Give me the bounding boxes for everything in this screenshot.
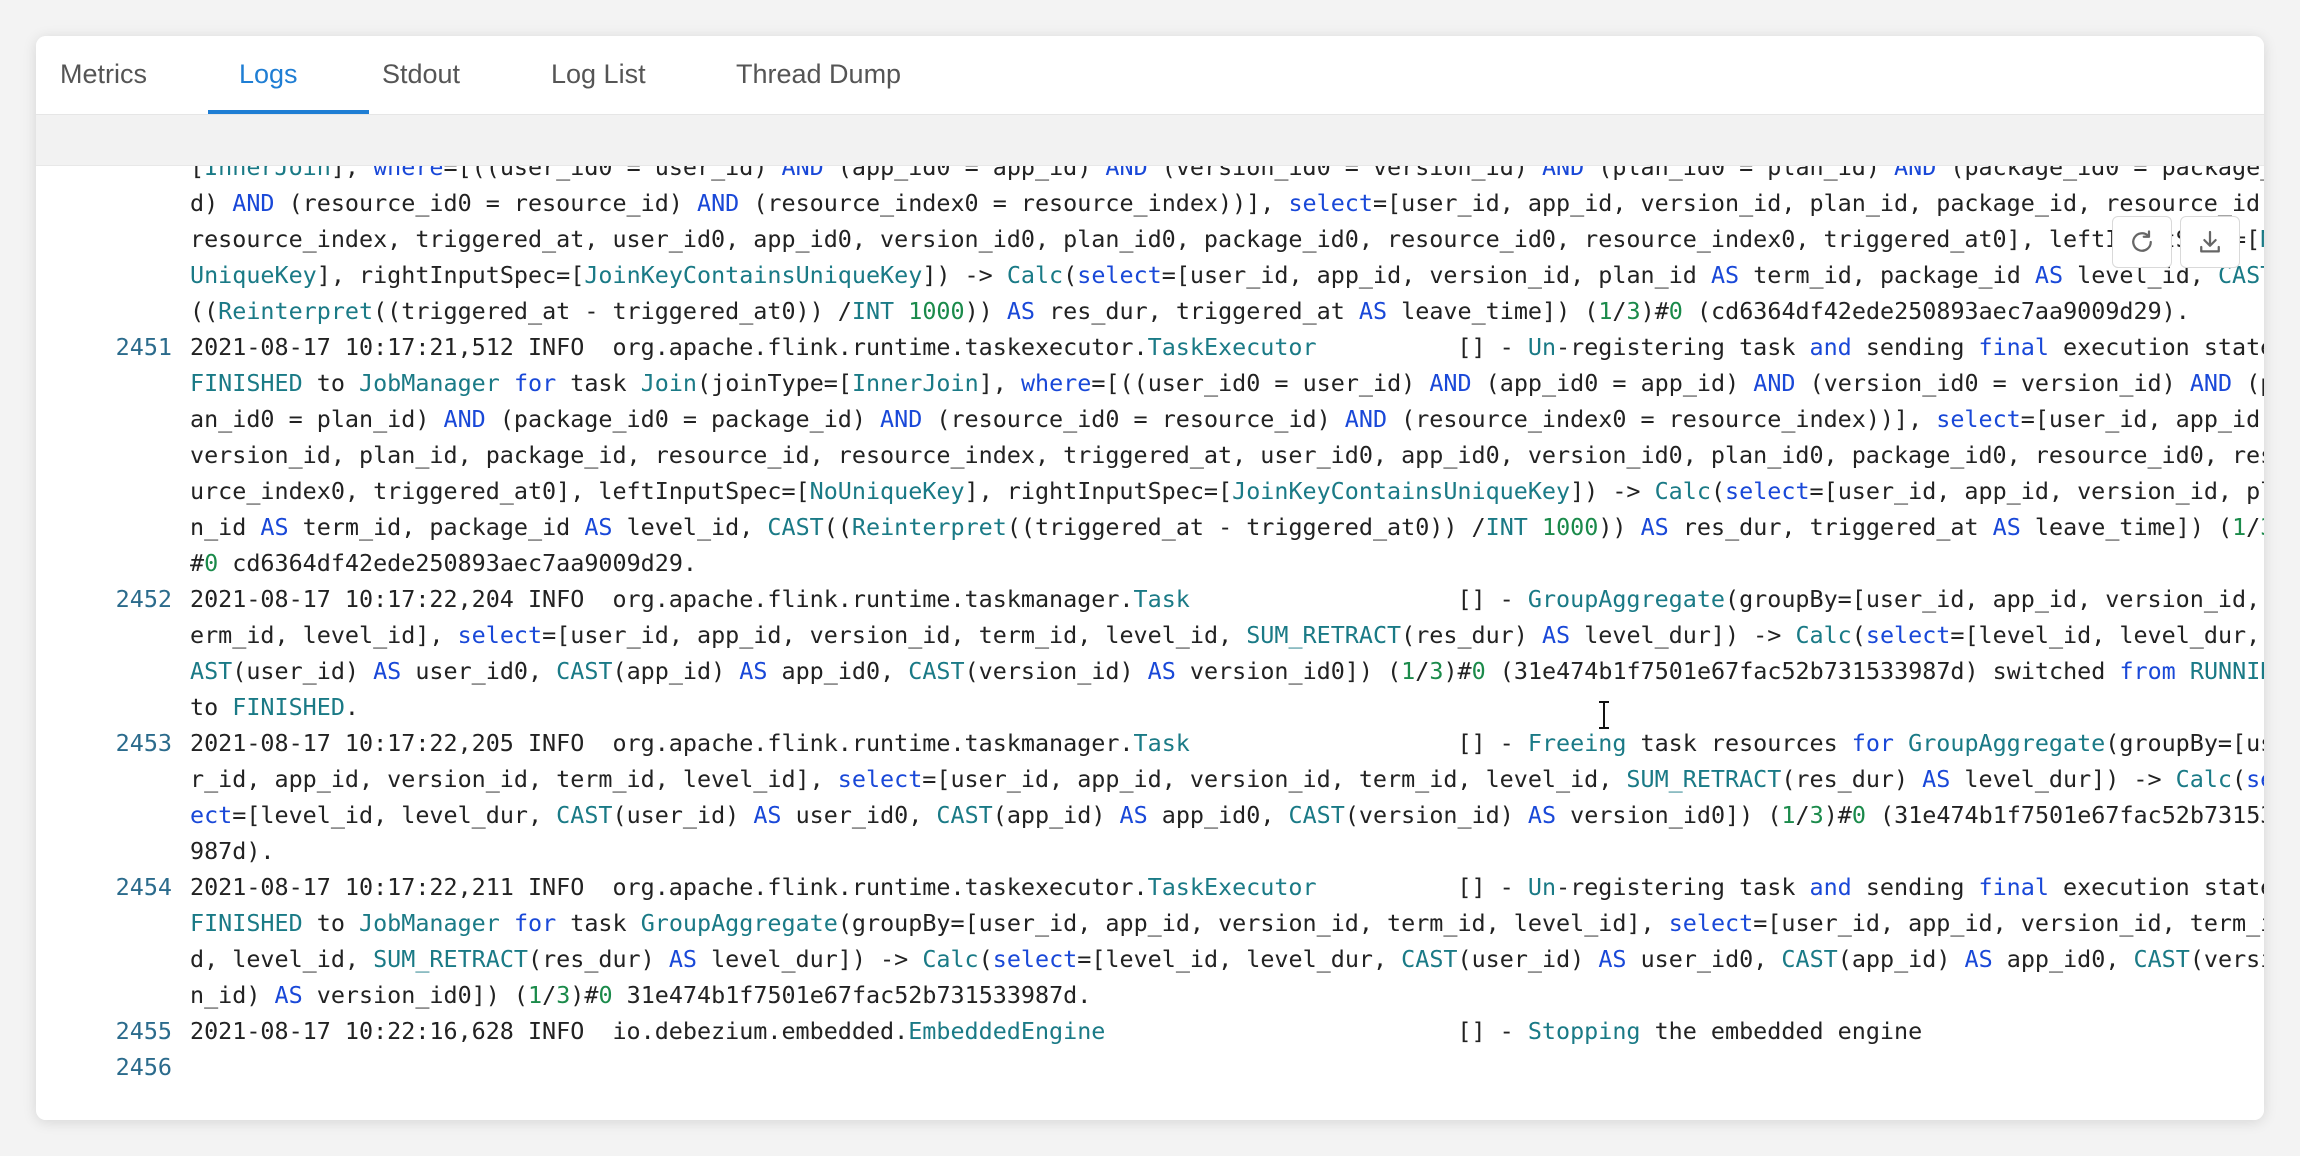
- log-line: 2455 2021-08-17 10:22:16,628 INFO io.debe…: [36, 1013, 2264, 1049]
- log-line: 2452 2021-08-17 10:17:22,204 INFO org.apa…: [36, 581, 2264, 725]
- line-number: [36, 166, 190, 329]
- log-text: [InnerJoin], where=[((user_id0 = user_id…: [190, 166, 2264, 325]
- download-button[interactable]: [2180, 216, 2240, 268]
- download-icon: [2200, 230, 2220, 253]
- line-number: 2451: [115, 333, 172, 361]
- log-line: [InnerJoin], where=[((user_id0 = user_id…: [36, 166, 2264, 329]
- tab-metrics[interactable]: Metrics: [60, 36, 147, 114]
- line-number: 2452: [115, 585, 172, 613]
- log-viewer[interactable]: [InnerJoin], where=[((user_id0 = user_id…: [36, 166, 2264, 1120]
- log-line: 2451 2021-08-17 10:17:21,512 INFO org.apa…: [36, 329, 2264, 581]
- log-text: [190, 1049, 2264, 1085]
- log-line: 2453 2021-08-17 10:17:22,205 INFO org.apa…: [36, 725, 2264, 869]
- log-line: 2454 2021-08-17 10:17:22,211 INFO org.apa…: [36, 869, 2264, 1013]
- tab-stdout[interactable]: Stdout: [382, 36, 460, 114]
- log-line: 2456: [36, 1049, 2264, 1085]
- log-text: 2021-08-17 10:17:21,512 INFO org.apache.…: [190, 333, 2264, 577]
- line-number: 2456: [115, 1053, 172, 1081]
- log-text: 2021-08-17 10:22:16,628 INFO io.debezium…: [190, 1017, 1923, 1045]
- log-text: 2021-08-17 10:17:22,204 INFO org.apache.…: [190, 585, 2264, 721]
- tab-logs[interactable]: Logs: [239, 36, 298, 114]
- log-text: 2021-08-17 10:17:22,205 INFO org.apache.…: [190, 729, 2264, 865]
- taskmanager-detail-card: Metrics Logs Stdout Log List Thread Dump…: [36, 36, 2264, 1120]
- line-number: 2453: [115, 729, 172, 757]
- tab-bar: Metrics Logs Stdout Log List Thread Dump: [36, 36, 2264, 115]
- line-number: 2454: [115, 873, 172, 901]
- log-text: 2021-08-17 10:17:22,211 INFO org.apache.…: [190, 873, 2264, 1009]
- line-number: 2455: [115, 1017, 172, 1045]
- active-tab-indicator: [208, 110, 369, 114]
- text-cursor-icon: [1599, 701, 1609, 729]
- refresh-button[interactable]: [2112, 216, 2172, 268]
- tab-log-list[interactable]: Log List: [551, 36, 646, 114]
- log-content: [InnerJoin], where=[((user_id0 = user_id…: [36, 166, 2264, 1085]
- log-toolbar-strip: [36, 115, 2264, 166]
- tab-thread-dump[interactable]: Thread Dump: [736, 36, 901, 114]
- refresh-icon: [2132, 230, 2152, 252]
